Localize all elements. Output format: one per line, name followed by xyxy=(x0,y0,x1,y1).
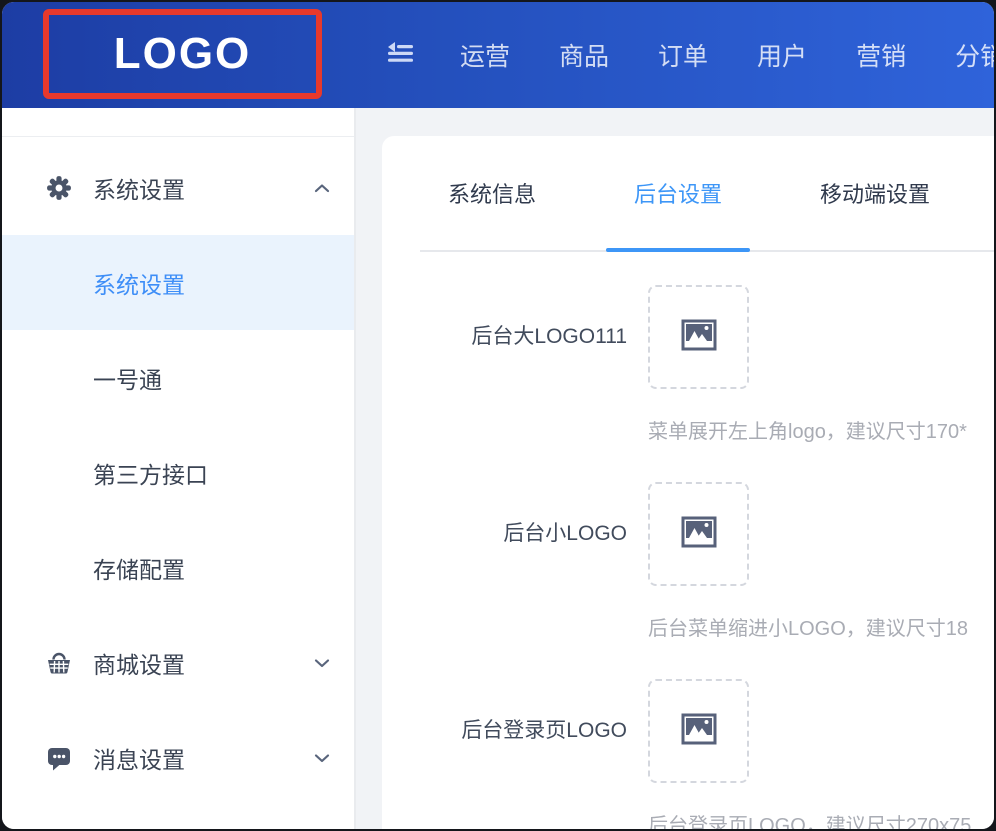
tab-backend-settings[interactable]: 后台设置 xyxy=(606,136,750,250)
tab-label: 移动端设置 xyxy=(820,177,930,209)
form-row-backend-login-logo: 后台登录页LOGO 后台登录页LOG xyxy=(382,679,994,829)
sidebar-item-system-settings-group[interactable]: 系统设置 xyxy=(2,140,354,235)
form-label: 后台登录页LOGO xyxy=(382,679,627,829)
chevron-down-icon xyxy=(314,753,330,763)
sidebar-item-yihaotong[interactable]: 一号通 xyxy=(2,330,354,425)
gear-icon xyxy=(46,175,72,201)
top-nav-item-goods[interactable]: 商品 xyxy=(559,37,609,73)
logo[interactable]: LOGO xyxy=(43,9,322,99)
form-label: 后台小LOGO xyxy=(382,482,627,641)
upload-hint: 后台菜单缩进小LOGO，建议尺寸18 xyxy=(648,612,968,641)
sidebar-collapse-button[interactable] xyxy=(384,39,416,71)
sidebar-top-divider xyxy=(2,136,354,137)
upload-hint: 后台登录页LOGO，建议尺寸270x75 xyxy=(648,809,971,829)
sidebar-item-mall-settings-group[interactable]: 商城设置 xyxy=(2,615,354,710)
sidebar-item-label: 第三方接口 xyxy=(93,456,208,490)
upload-backend-large-logo[interactable] xyxy=(648,285,749,389)
form-content: 后台登录页LOGO，建议尺寸270x75 xyxy=(648,679,971,829)
sidebar-item-storage-config[interactable]: 存储配置 xyxy=(2,520,354,615)
top-nav-item-distribution[interactable]: 分销 xyxy=(955,37,994,73)
tab-mobile-settings[interactable]: 移动端设置 xyxy=(792,136,958,250)
form-label: 后台大LOGO111 xyxy=(382,285,627,444)
upload-backend-small-logo[interactable] xyxy=(648,482,749,586)
form-row-backend-large-logo: 后台大LOGO111 菜单展开左上角 xyxy=(382,285,994,444)
top-header: LOGO 运营 商品 订单 用户 营销 分销 xyxy=(2,2,994,108)
settings-tabs: 系统信息 后台设置 移动端设置 xyxy=(420,136,994,252)
sidebar: 系统设置 系统设置 一号通 第三方接口 存储配置 xyxy=(2,108,356,829)
logo-text: LOGO xyxy=(114,29,252,79)
form-content: 后台菜单缩进小LOGO，建议尺寸18 xyxy=(648,482,968,641)
top-nav-item-orders[interactable]: 订单 xyxy=(658,37,708,73)
backend-settings-form: 后台大LOGO111 菜单展开左上角 xyxy=(382,252,994,829)
basket-icon xyxy=(46,650,72,676)
picture-icon xyxy=(679,709,719,754)
chevron-down-icon xyxy=(314,658,330,668)
sidebar-item-label: 系统设置 xyxy=(93,171,185,205)
tab-system-info[interactable]: 系统信息 xyxy=(420,136,564,250)
top-nav-item-operation[interactable]: 运营 xyxy=(460,37,510,73)
chevron-up-icon xyxy=(314,183,330,193)
app-window: LOGO 运营 商品 订单 用户 营销 分销 xyxy=(2,2,994,829)
menu-fold-icon xyxy=(385,38,415,73)
sidebar-item-third-party-api[interactable]: 第三方接口 xyxy=(2,425,354,520)
upload-hint: 菜单展开左上角logo，建议尺寸170* xyxy=(648,415,967,444)
sidebar-item-label: 商城设置 xyxy=(93,646,185,680)
picture-icon xyxy=(679,315,719,360)
top-nav-item-users[interactable]: 用户 xyxy=(757,37,807,73)
settings-card: 系统信息 后台设置 移动端设置 后台大LOGO111 xyxy=(382,136,994,829)
upload-backend-login-logo[interactable] xyxy=(648,679,749,783)
top-nav-item-marketing[interactable]: 营销 xyxy=(856,37,906,73)
sidebar-menu: 系统设置 系统设置 一号通 第三方接口 存储配置 xyxy=(2,140,354,805)
form-row-backend-small-logo: 后台小LOGO 后台菜单缩进小LOG xyxy=(382,482,994,641)
sidebar-item-label: 系统设置 xyxy=(93,266,185,300)
tab-label: 后台设置 xyxy=(634,177,722,209)
sidebar-item-message-settings-group[interactable]: 消息设置 xyxy=(2,710,354,805)
top-nav: 运营 商品 订单 用户 营销 分销 xyxy=(460,2,994,108)
tab-label: 系统信息 xyxy=(448,177,536,209)
form-content: 菜单展开左上角logo，建议尺寸170* xyxy=(648,285,967,444)
sidebar-item-label: 消息设置 xyxy=(93,741,185,775)
picture-icon xyxy=(679,512,719,557)
sidebar-item-system-settings[interactable]: 系统设置 xyxy=(2,235,354,330)
message-icon xyxy=(46,745,72,771)
sidebar-item-label: 一号通 xyxy=(93,361,162,395)
sidebar-item-label: 存储配置 xyxy=(93,551,185,585)
